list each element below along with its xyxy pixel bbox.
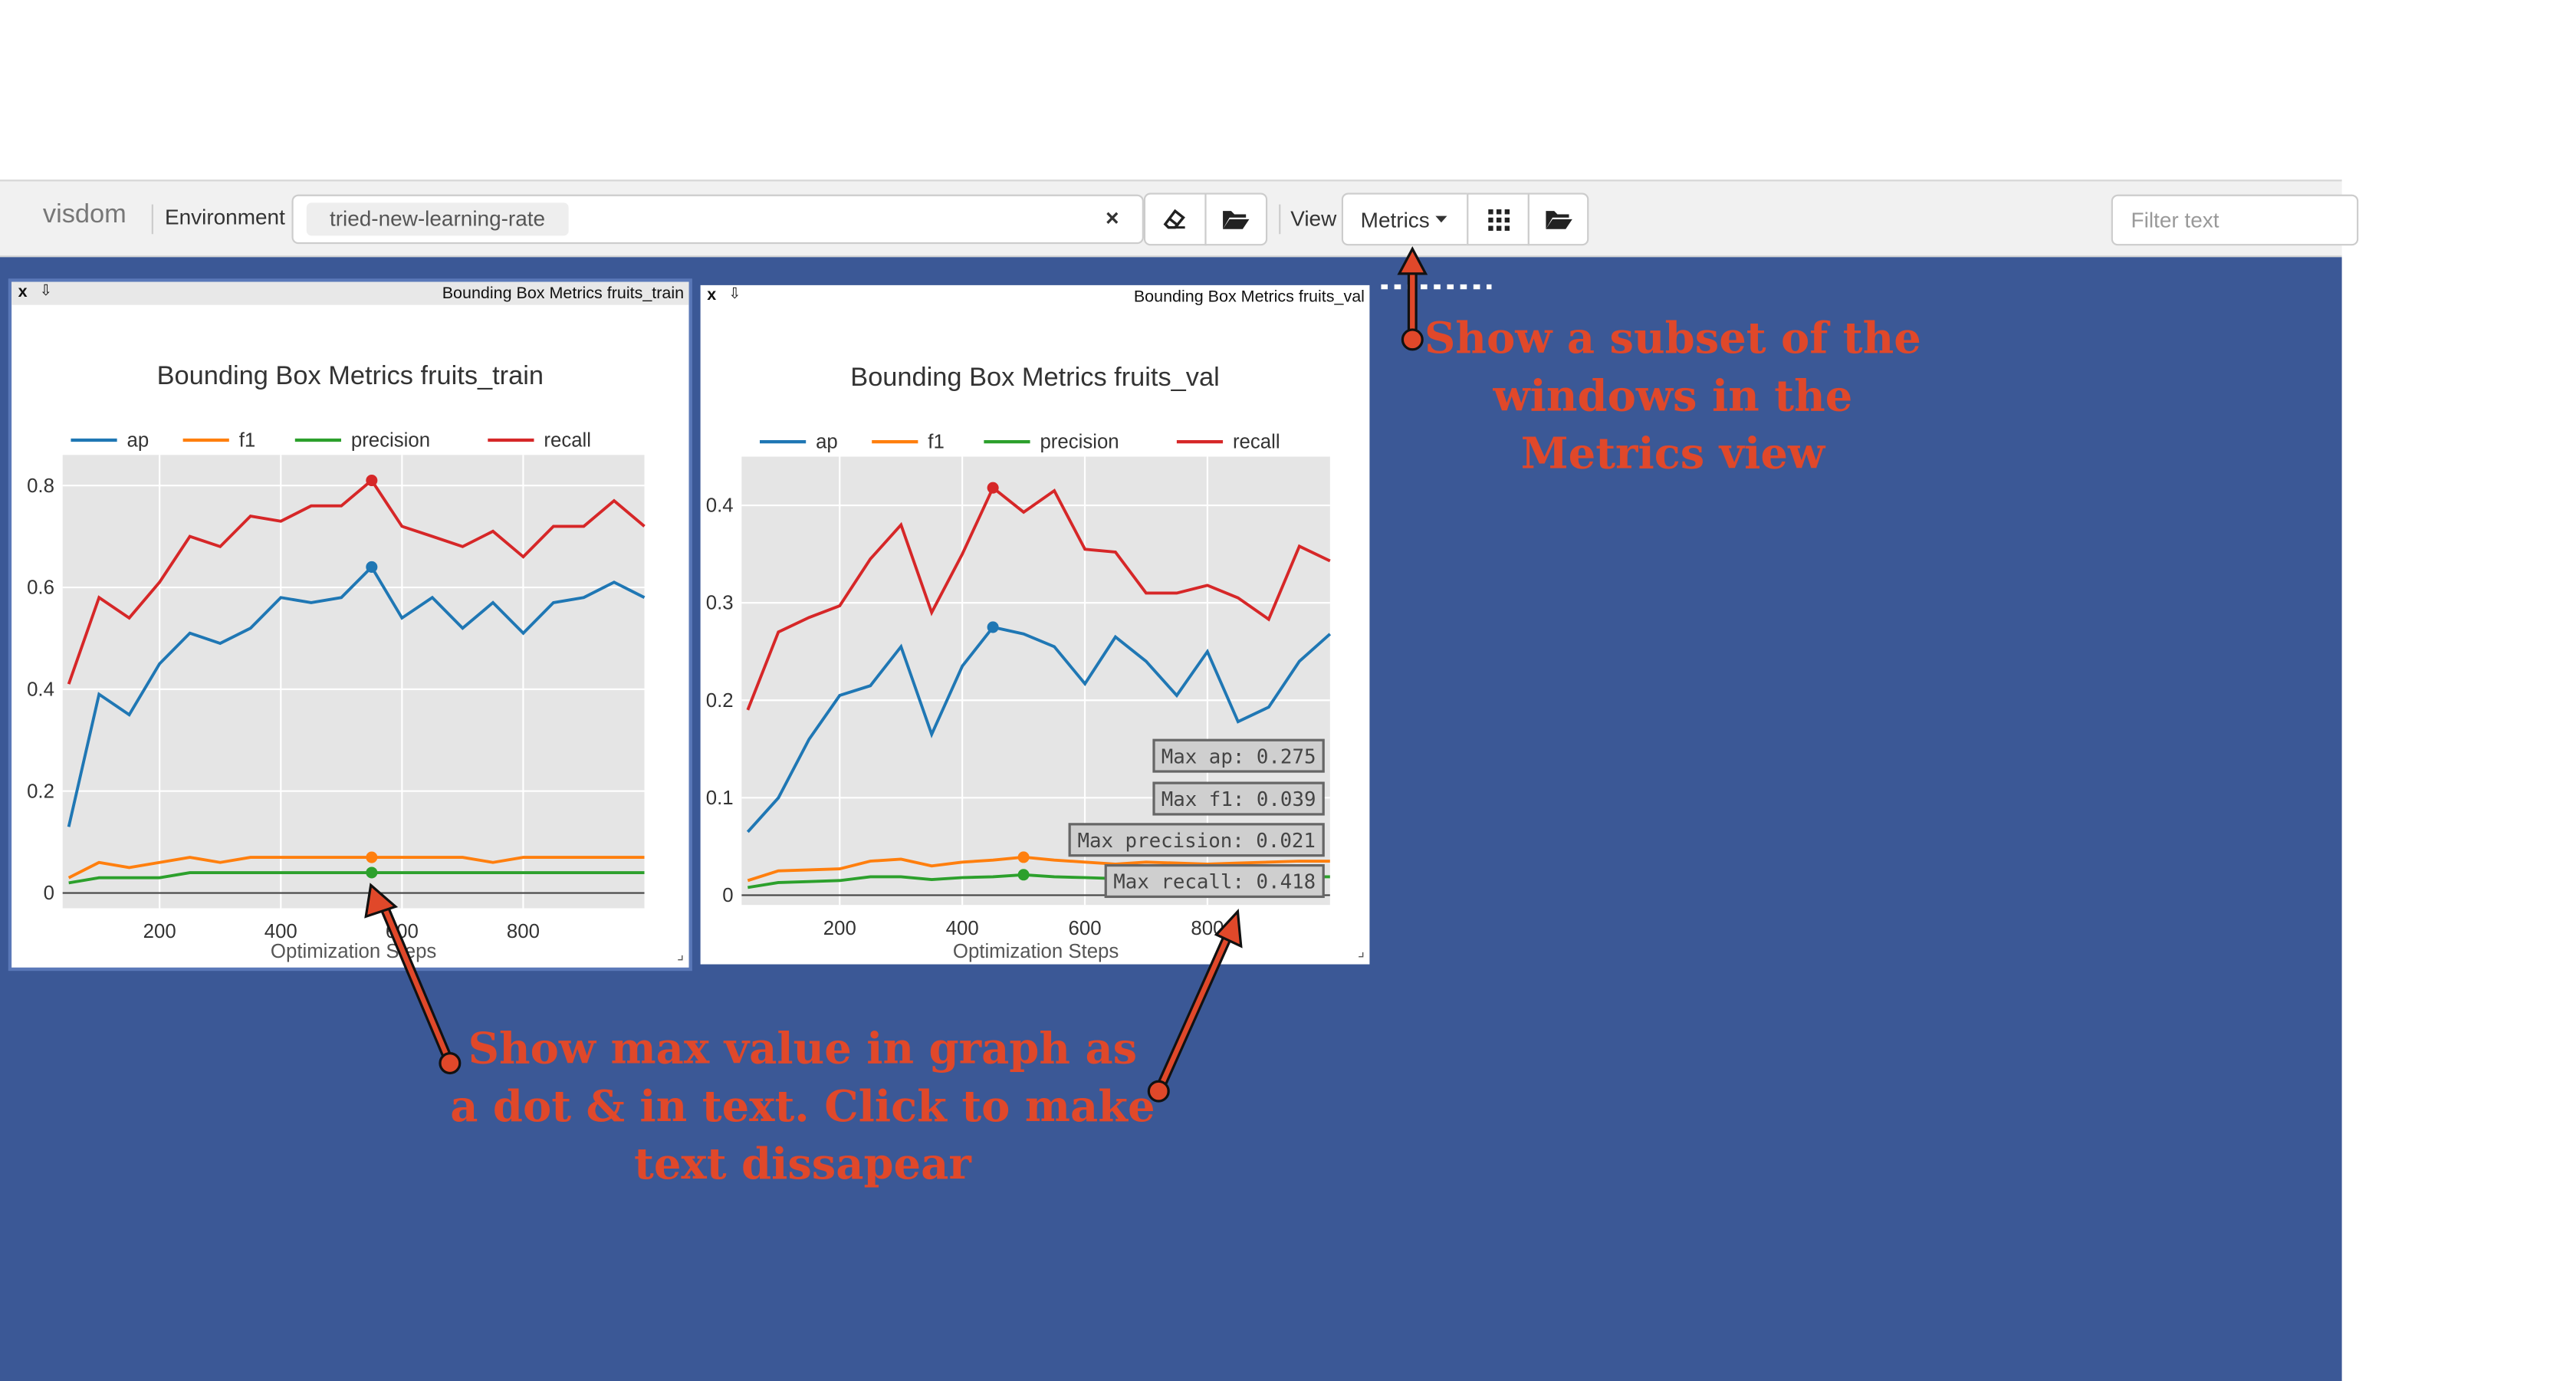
max-annotation-text: Max recall: 0.418 [1113, 871, 1316, 894]
max-point-precision [366, 866, 378, 879]
legend-label-recall: recall [544, 430, 591, 452]
toolbar-divider [1279, 204, 1281, 235]
y-tick-label: 0.2 [706, 690, 734, 712]
annotation-line: text dissapear [634, 1140, 971, 1191]
y-tick-label: 0 [44, 883, 54, 904]
legend-label-f1: f1 [239, 430, 256, 452]
max-annotation-text: Max precision: 0.021 [1077, 830, 1315, 853]
clear-env-button[interactable] [1143, 192, 1207, 246]
toolbar-divider [151, 204, 153, 235]
filter-text-input[interactable]: Filter text [2111, 194, 2359, 246]
plot-pane-val[interactable]: x ⇩ Bounding Box Metrics fruits_val Boun… [700, 284, 1370, 965]
caret-down-icon [1436, 215, 1448, 223]
x-tick-label: 600 [386, 921, 419, 942]
annotation-line: Metrics view [1520, 430, 1825, 480]
legend-label-precision: precision [1040, 432, 1119, 453]
repack-layout-button[interactable] [1467, 192, 1530, 246]
plot-pane-train[interactable]: x ⇩ Bounding Box Metrics fruits_train Bo… [8, 278, 692, 972]
x-axis-label: Optimization Steps [271, 941, 436, 962]
legend-label-ap: ap [127, 430, 150, 452]
max-point-ap [366, 561, 378, 573]
annotation-view-note: Show a subset of the windows in the Metric… [1409, 311, 1937, 485]
y-tick-label: 0.4 [27, 679, 54, 700]
y-tick-label: 0.3 [706, 593, 734, 614]
annotation-line: windows in the [1493, 372, 1853, 423]
x-tick-label: 200 [143, 921, 176, 942]
view-selected-label: Metrics [1360, 206, 1430, 232]
manage-env-button[interactable] [1204, 192, 1268, 246]
chart-title: Bounding Box Metrics fruits_val [850, 363, 1219, 392]
y-tick-label: 0 [722, 885, 733, 906]
x-axis-label: Optimization Steps [953, 941, 1119, 962]
max-point-f1 [366, 851, 378, 863]
max-point-precision [1017, 869, 1030, 881]
y-tick-label: 0.4 [706, 495, 734, 517]
annotation-max-note: Show max value in graph as a dot & in tex… [449, 1022, 1157, 1195]
resize-handle-icon[interactable]: ⌟ [1358, 943, 1365, 962]
line-chart-train[interactable]: Bounding Box Metrics fruits_trainap f1 pre… [12, 282, 689, 968]
top-blank-area [0, 0, 2576, 180]
manage-views-button[interactable] [1527, 192, 1589, 246]
line-chart-val[interactable]: Bounding Box Metrics fruits_valap f1 preci… [701, 285, 1370, 965]
max-annotation-text: Max ap: 0.275 [1162, 745, 1316, 768]
y-tick-label: 0.2 [27, 781, 54, 802]
brand-logo[interactable]: visdom [43, 201, 127, 231]
legend-label-recall: recall [1233, 432, 1280, 453]
eraser-icon [1163, 209, 1185, 229]
y-tick-label: 0.6 [27, 577, 54, 599]
x-tick-label: 800 [507, 921, 540, 942]
annotation-line: Show a subset of the [1424, 314, 1921, 365]
x-tick-label: 600 [1069, 918, 1102, 939]
max-point-recall [987, 482, 999, 494]
clear-environment-icon[interactable]: × [1106, 205, 1119, 231]
annotation-line: Show max value in graph as [468, 1025, 1138, 1075]
x-tick-label: 400 [264, 921, 297, 942]
max-point-f1 [1017, 851, 1030, 863]
x-tick-label: 200 [823, 918, 856, 939]
folder-open-icon [1545, 211, 1572, 229]
max-point-ap [987, 621, 999, 633]
view-label: View [1290, 206, 1337, 231]
legend-label-ap: ap [816, 432, 838, 453]
view-select-dropdown[interactable]: Metrics [1341, 192, 1469, 246]
max-annotation-text: Max f1: 0.039 [1162, 788, 1316, 811]
resize-handle-icon[interactable]: ⌟ [677, 946, 684, 965]
legend-label-precision: precision [351, 430, 430, 452]
legend-label-f1: f1 [928, 432, 945, 453]
environment-label: Environment [164, 204, 285, 229]
folder-open-icon [1223, 211, 1250, 229]
x-tick-label: 800 [1191, 918, 1224, 939]
y-tick-label: 0.8 [27, 475, 54, 497]
grid-icon [1487, 208, 1510, 230]
environment-tag[interactable]: tried-new-learning-rate [306, 202, 569, 236]
right-blank-area [2341, 179, 2576, 1381]
annotation-line: a dot & in text. Click to make [450, 1083, 1155, 1133]
chart-title: Bounding Box Metrics fruits_train [157, 361, 544, 390]
y-tick-label: 0.1 [706, 787, 734, 809]
x-tick-label: 400 [946, 918, 979, 939]
environment-select[interactable]: tried-new-learning-rate × [291, 194, 1144, 245]
max-point-recall [366, 475, 378, 487]
